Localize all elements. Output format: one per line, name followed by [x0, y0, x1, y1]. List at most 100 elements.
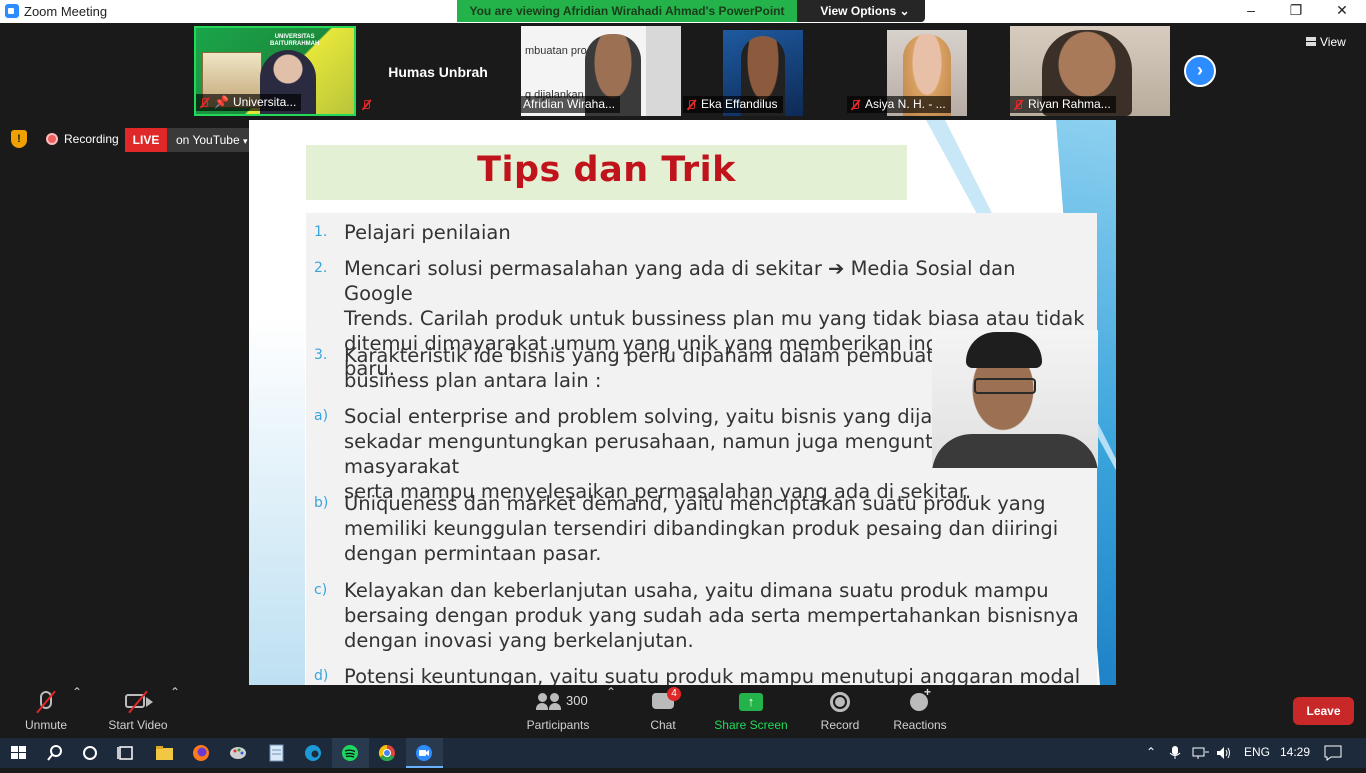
presenter-hair — [966, 332, 1042, 368]
share-banner: You are viewing Afridian Wirahadi Ahmad'… — [457, 0, 925, 22]
edge-taskbar-icon[interactable] — [295, 738, 332, 768]
security-shield-icon[interactable]: ! — [11, 130, 27, 148]
chat-button[interactable]: 4 Chat — [640, 685, 686, 738]
chevron-down-icon: ⌄ — [899, 4, 910, 18]
mic-muted-icon — [360, 99, 372, 111]
share-screen-button[interactable]: ↑ Share Screen — [712, 685, 790, 738]
participant-tile[interactable]: Eka Effandilus — [683, 26, 845, 116]
presenter-glasses — [974, 378, 1036, 394]
recording-dot-icon — [46, 133, 58, 145]
list-text: Pelajari penilaian — [344, 221, 511, 244]
live-stream-dropdown[interactable]: on YouTube ▾ — [167, 128, 259, 152]
cortana-circle-icon — [83, 746, 97, 760]
participant-strip: UNIVERSITAS BAITURRAHMAH 📌 Universita... … — [0, 23, 1366, 120]
show-hidden-icons-chevron[interactable]: ⌃ — [1146, 745, 1156, 759]
zoom-icon — [416, 745, 432, 761]
video-options-caret[interactable]: ⌃ — [170, 685, 180, 738]
next-page-arrow-icon[interactable]: › — [1184, 55, 1216, 87]
audio-options-caret[interactable]: ⌃ — [72, 685, 82, 738]
list-marker: 2. — [314, 260, 328, 276]
app-taskbar-icon[interactable] — [220, 738, 257, 768]
notifications-icon[interactable] — [1324, 745, 1342, 761]
participant-name: 📌 Universita... — [196, 94, 302, 111]
mic-muted-icon — [685, 99, 697, 111]
chat-unread-badge: 4 — [667, 687, 681, 701]
notepad-taskbar-icon[interactable] — [258, 738, 295, 768]
firefox-taskbar-icon[interactable] — [183, 738, 220, 768]
participant-tile[interactable]: Humas Unbrah — [358, 26, 518, 116]
participant-name: Asiya N. H. - ... — [847, 96, 951, 113]
participant-tile[interactable]: Asiya N. H. - ... — [847, 26, 1009, 116]
list-marker: 1. — [314, 224, 328, 240]
volume-icon[interactable] — [1216, 746, 1232, 760]
list-marker: b) — [314, 495, 329, 511]
list-marker: 3. — [314, 347, 328, 363]
cortana-button[interactable] — [72, 738, 109, 768]
mic-muted-icon — [1012, 99, 1024, 111]
start-video-button[interactable]: Start Video — [104, 685, 172, 738]
participants-options-caret[interactable]: ⌃ — [606, 685, 616, 738]
minimize-button[interactable]: – — [1228, 0, 1274, 23]
notepad-icon — [269, 744, 284, 762]
chrome-taskbar-icon[interactable] — [369, 738, 406, 768]
start-button[interactable] — [0, 738, 37, 768]
task-view-button[interactable] — [108, 738, 145, 768]
list-text: Potensi keuntungan, yaitu suatu produk m… — [344, 665, 1081, 685]
leave-button[interactable]: Leave — [1293, 697, 1354, 725]
pin-icon: 📌 — [214, 95, 229, 109]
grid-icon — [1306, 37, 1316, 46]
participant-tile[interactable]: mbuatan pro g dijalankan Afridian Wiraha… — [521, 26, 681, 116]
mic-muted-icon — [849, 99, 861, 111]
participant-name: Riyan Rahma... — [1010, 96, 1116, 113]
unmute-button[interactable]: Unmute — [18, 685, 74, 738]
slide-decoration — [249, 120, 305, 685]
view-options-button[interactable]: View Options ⌄ — [805, 0, 925, 22]
participants-button[interactable]: 300 Participants — [524, 685, 592, 738]
zoom-app-icon — [5, 4, 19, 18]
network-icon[interactable] — [1192, 746, 1210, 760]
zoom-taskbar-icon[interactable] — [406, 738, 443, 768]
smiley-icon — [910, 685, 931, 711]
list-marker: a) — [314, 408, 329, 424]
slide-title: Tips dan Trik — [477, 150, 736, 190]
participant-tile[interactable]: UNIVERSITAS BAITURRAHMAH 📌 Universita... — [194, 26, 356, 116]
participant-display-name: Humas Unbrah — [388, 64, 488, 80]
task-view-icon — [117, 746, 133, 760]
live-badge[interactable]: LIVE — [125, 128, 167, 152]
restore-button[interactable]: ❐ — [1273, 0, 1319, 23]
folder-icon — [156, 746, 173, 760]
close-button[interactable]: ✕ — [1319, 0, 1365, 23]
recording-indicator[interactable]: Recording — [40, 128, 129, 150]
list-marker: c) — [314, 582, 328, 598]
participant-tile[interactable]: Riyan Rahma... — [1010, 26, 1170, 116]
clock[interactable]: 14:29 — [1280, 745, 1310, 759]
search-button[interactable] — [37, 738, 74, 768]
language-indicator[interactable]: ENG — [1244, 745, 1270, 759]
file-explorer-taskbar-icon[interactable] — [146, 738, 183, 768]
spotify-taskbar-icon[interactable] — [332, 738, 369, 768]
caret-down-icon: ▾ — [242, 136, 248, 146]
share-screen-arrow-icon: ↑ — [739, 693, 763, 711]
list-marker: d) — [314, 668, 329, 684]
presenter-video[interactable] — [932, 330, 1098, 468]
window-title: Zoom Meeting — [24, 4, 108, 19]
mic-muted-icon — [198, 97, 210, 109]
search-icon — [47, 745, 62, 761]
list-text: Kelayakan dan keberlanjutan usaha, yaitu… — [344, 579, 1079, 652]
presenter-body — [932, 434, 1098, 468]
meeting-toolbar: Unmute ⌃ Start Video ⌃ 300 Participants … — [0, 685, 1366, 738]
viewing-share-label: You are viewing Afridian Wirahadi Ahmad'… — [457, 0, 797, 22]
windows-logo-icon — [11, 746, 26, 759]
edge-icon — [305, 745, 321, 761]
chrome-icon — [378, 744, 395, 762]
record-icon — [830, 692, 850, 712]
paint-palette-icon — [230, 747, 246, 759]
firefox-icon — [193, 745, 209, 761]
participants-count: 300 — [566, 693, 588, 708]
spotify-icon — [342, 745, 358, 761]
reactions-button[interactable]: Reactions — [890, 685, 950, 738]
university-logo-text: UNIVERSITAS BAITURRAHMAH — [270, 34, 320, 47]
view-button[interactable]: View — [1300, 32, 1346, 52]
record-button[interactable]: Record — [814, 685, 866, 738]
microphone-in-use-icon[interactable] — [1168, 745, 1182, 761]
